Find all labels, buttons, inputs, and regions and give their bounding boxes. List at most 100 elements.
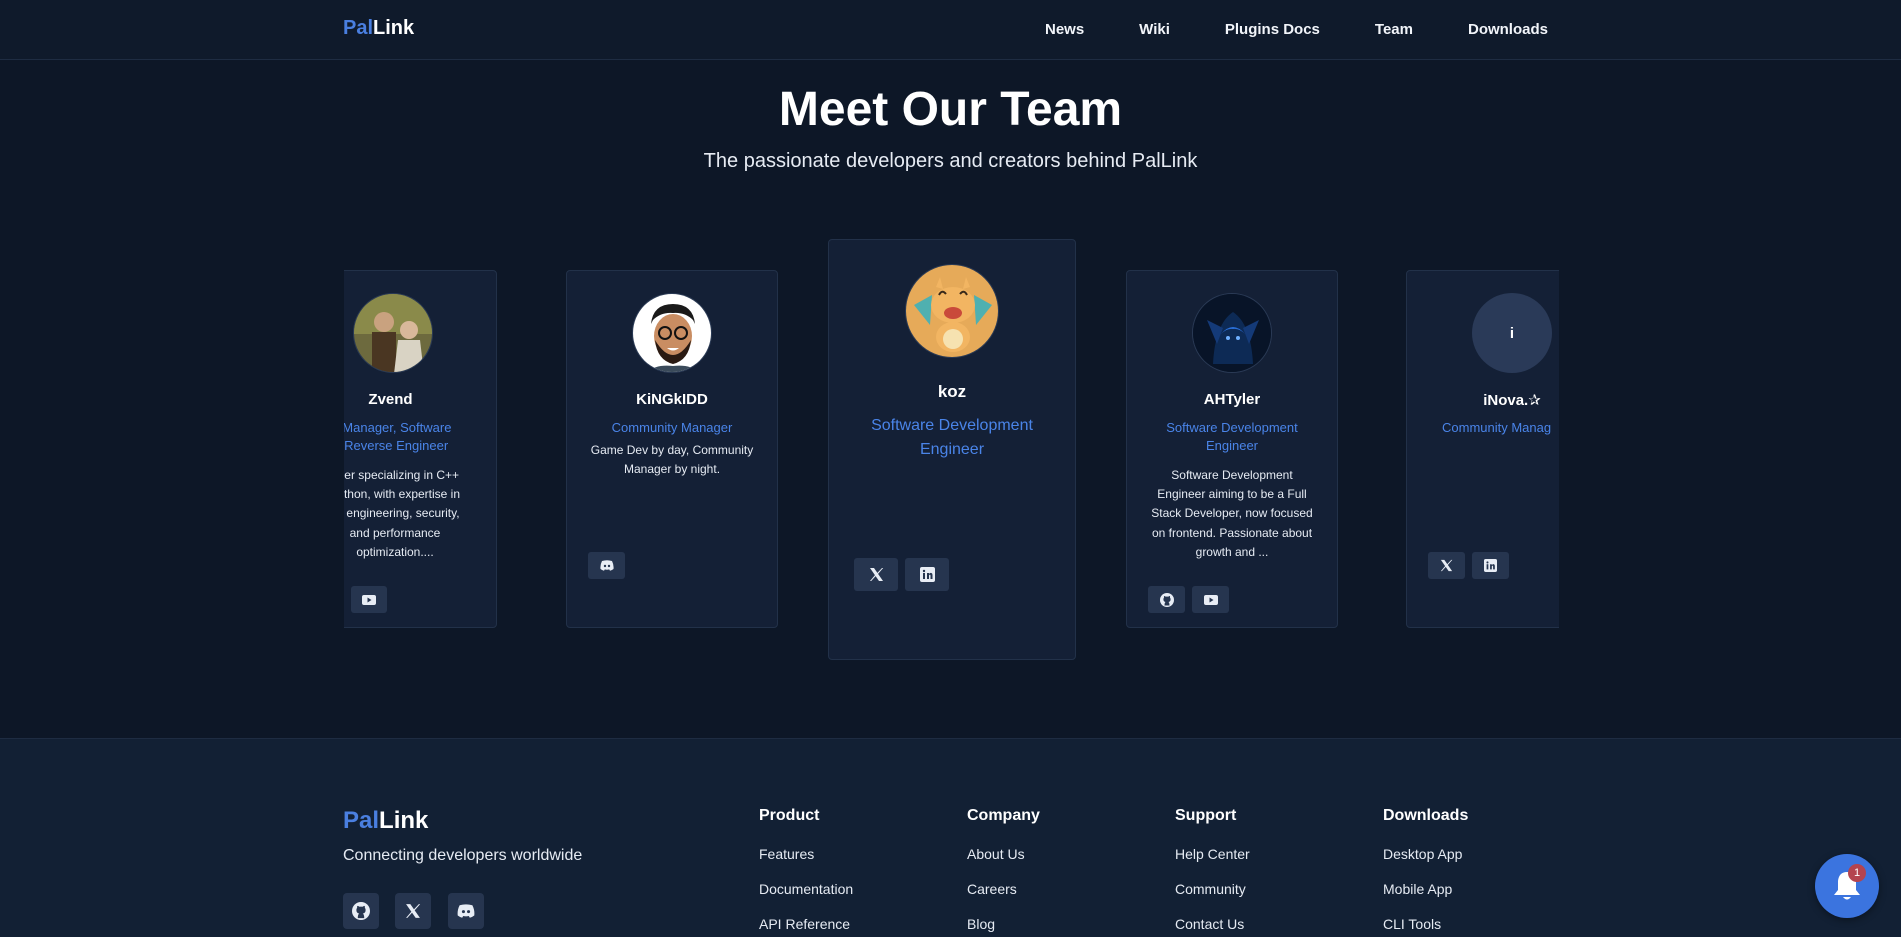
nav-news[interactable]: News — [1045, 21, 1084, 38]
footer-link-community[interactable]: Community — [1175, 881, 1250, 897]
footer-discord-button[interactable] — [448, 893, 484, 929]
team-card-kingkidd[interactable]: KiNGkIDD Community Manager Game Dev by d… — [566, 270, 778, 628]
page-title: Meet Our Team — [778, 83, 1123, 136]
avatar-kingkidd — [632, 293, 712, 373]
x-icon — [869, 568, 883, 581]
member-name: KiNGkIDD — [636, 391, 708, 408]
youtube-button[interactable] — [1192, 586, 1229, 613]
member-name: AHTyler — [1203, 391, 1261, 408]
role-line: ct Manager, Software — [344, 420, 452, 435]
footer-github-button[interactable] — [343, 893, 379, 929]
footer-link-desktop-app[interactable]: Desktop App — [1383, 846, 1468, 862]
discord-button[interactable] — [588, 552, 625, 579]
linkedin-button[interactable] — [905, 558, 949, 591]
bio-line: Manager by night. — [623, 462, 721, 477]
avatar-zvend — [353, 293, 433, 373]
nav-links: News Wiki Plugins Docs Team Downloads — [990, 21, 1548, 38]
footer-link-contact-us[interactable]: Contact Us — [1175, 916, 1250, 932]
footer-link-about-us[interactable]: About Us — [967, 846, 1040, 862]
footer-col-title: Product — [759, 807, 820, 824]
footer-col-support: Support Help Center Community Contact Us — [1175, 807, 1250, 937]
notification-button[interactable] — [1815, 854, 1879, 918]
role-line: Software Development — [871, 417, 1033, 434]
team-card-inova[interactable]: i iNova.✰ Community Manag — [1406, 270, 1559, 628]
footer-col-company: Company About Us Careers Blog — [967, 807, 1040, 937]
footer-link-api-reference[interactable]: API Reference — [759, 916, 853, 932]
role-line: & Reverse Engineer — [344, 437, 449, 453]
avatar-ahtyler — [1192, 293, 1272, 373]
footer-col-title: Company — [967, 807, 1040, 824]
footer-col-product: Product Features Documentation API Refer… — [759, 807, 853, 937]
footer-link-cli-tools[interactable]: CLI Tools — [1383, 916, 1468, 932]
github-icon — [1159, 592, 1174, 607]
role-line: Community Manager — [611, 420, 733, 435]
linkedin-icon — [919, 567, 935, 582]
discord-icon — [457, 904, 475, 918]
page-subtitle: The passionate developers and creators b… — [703, 150, 1198, 172]
bio-line: se engineering, security, — [344, 506, 460, 521]
nav-wiki[interactable]: Wiki — [1139, 21, 1170, 38]
role-line: Community Manag — [1442, 420, 1552, 435]
logo-pal: Pal — [343, 17, 374, 39]
nav-team[interactable]: Team — [1375, 21, 1413, 38]
footer-link-features[interactable]: Features — [759, 846, 853, 862]
x-button[interactable] — [1428, 552, 1465, 579]
youtube-icon — [1203, 594, 1218, 605]
footer-link-careers[interactable]: Careers — [967, 881, 1040, 897]
bio-line: Engineer aiming to be a Full — [1157, 487, 1307, 502]
avatar-inova: i — [1472, 293, 1552, 373]
member-bio: Software Development Engineer aiming to … — [1127, 466, 1337, 562]
footer-tagline: Connecting developers worldwide — [343, 847, 583, 864]
footer-col-title: Downloads — [1383, 807, 1469, 824]
footer-col-title: Support — [1175, 807, 1237, 824]
member-role: ct Manager, Software & Reverse Engineer — [344, 419, 505, 454]
footer-x-button[interactable] — [395, 893, 431, 929]
x-icon — [1440, 559, 1453, 572]
youtube-button[interactable] — [351, 586, 387, 613]
bio-line: Python, with expertise in — [344, 487, 461, 502]
footer-link-blog[interactable]: Blog — [967, 916, 1040, 932]
role-line: Engineer — [919, 441, 985, 458]
team-card-koz[interactable]: koz Software Development Engineer — [828, 239, 1076, 660]
nav-downloads[interactable]: Downloads — [1468, 21, 1548, 38]
role-line: Software Development — [1166, 420, 1298, 435]
github-icon — [352, 902, 370, 920]
member-bio: Game Dev by day, Community Manager by ni… — [567, 441, 777, 479]
footer-link-mobile-app[interactable]: Mobile App — [1383, 881, 1468, 897]
team-card-zvend[interactable]: Zvend ct Manager, Software & Reverse Eng… — [344, 270, 497, 628]
member-role: Community Manag — [1407, 419, 1559, 437]
site-footer: PalLink Connecting developers worldwide … — [0, 738, 1901, 937]
nav-plugins-docs[interactable]: Plugins Docs — [1225, 21, 1320, 38]
site-logo[interactable]: PalLink — [343, 17, 414, 40]
footer-link-documentation[interactable]: Documentation — [759, 881, 853, 897]
member-name: Zvend — [368, 391, 413, 408]
member-bio: oper specializing in C++ Python, with ex… — [344, 466, 515, 562]
team-carousel[interactable]: Zvend ct Manager, Software & Reverse Eng… — [344, 230, 1559, 670]
team-card-ahtyler[interactable]: AHTyler Software Development Engineer So… — [1126, 270, 1338, 628]
logo-link: Link — [379, 807, 429, 834]
bio-line: and performance — [349, 525, 441, 540]
github-button[interactable] — [1148, 586, 1185, 613]
role-line: Engineer — [1205, 437, 1259, 453]
linkedin-button[interactable] — [1472, 552, 1509, 579]
bio-line: oper specializing in C++ — [344, 468, 460, 482]
bio-line: Software Development — [1171, 468, 1293, 482]
footer-logo[interactable]: PalLink — [343, 807, 428, 835]
logo-link: Link — [373, 17, 415, 39]
bio-line: growth and ... — [1195, 544, 1269, 559]
youtube-icon — [362, 594, 376, 605]
linkedin-icon — [1484, 559, 1497, 572]
bio-line: optimization.... — [356, 544, 434, 559]
top-navbar: PalLink News Wiki Plugins Docs Team Down… — [0, 0, 1901, 60]
logo-pal: Pal — [343, 807, 380, 834]
notification-badge: 1 — [1848, 864, 1866, 882]
bio-line: Stack Developer, now focused — [1151, 506, 1313, 521]
x-icon — [406, 904, 421, 918]
member-role: Software Development Engineer — [1127, 419, 1337, 454]
member-role: Community Manager — [567, 419, 777, 437]
avatar-letter: i — [1509, 324, 1515, 342]
x-button[interactable] — [854, 558, 898, 591]
bio-line: Game Dev by day, Community — [590, 443, 754, 457]
footer-link-help-center[interactable]: Help Center — [1175, 846, 1250, 862]
bio-line: on frontend. Passionate about — [1151, 525, 1313, 540]
